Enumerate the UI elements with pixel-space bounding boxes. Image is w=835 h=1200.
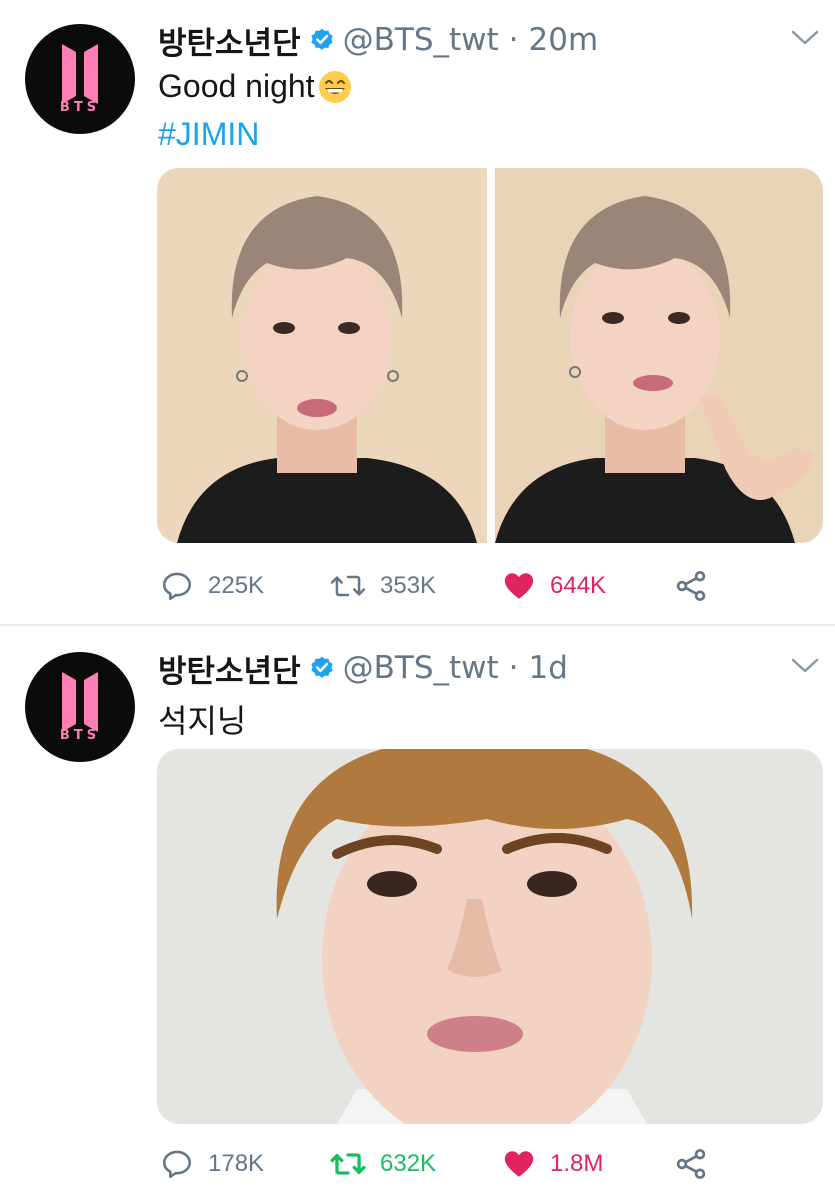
tweet-photo[interactable] [157, 749, 823, 1124]
verified-badge-icon [310, 28, 333, 50]
user-handle[interactable]: @BTS_twt [343, 650, 499, 686]
timestamp[interactable]: 1d [529, 650, 568, 686]
bts-logo [62, 44, 98, 104]
hashtag-link[interactable]: #JIMIN [158, 116, 259, 153]
tweet-text: Good night [158, 68, 353, 105]
photo-portrait [495, 168, 823, 543]
retweet-count: 353K [380, 572, 437, 599]
reply-count: 178K [208, 1150, 265, 1177]
tweet-actions: 225K 353K 644K [0, 566, 835, 606]
retweet-count: 632K [380, 1150, 437, 1177]
display-name[interactable]: 방탄소년단 [158, 18, 301, 63]
reply-count: 225K [208, 572, 265, 599]
heart-filled-icon [504, 1151, 534, 1177]
reply-button[interactable]: 225K [160, 566, 264, 606]
reply-icon [162, 1150, 192, 1179]
grinning-face-emoji-icon [318, 70, 351, 103]
chevron-down-icon[interactable] [790, 656, 820, 676]
share-icon [676, 571, 706, 601]
display-name[interactable]: 방탄소년단 [158, 646, 301, 691]
like-count: 1.8M [550, 1150, 604, 1177]
separator-dot: · [508, 22, 519, 58]
share-button[interactable] [673, 566, 723, 606]
avatar-text: BTS [59, 728, 101, 743]
share-button[interactable] [673, 1144, 723, 1184]
profile-avatar[interactable]: BTS [25, 652, 135, 762]
separator-dot: · [508, 650, 519, 686]
avatar-text: BTS [59, 100, 101, 115]
retweet-button[interactable]: 353K [330, 566, 436, 606]
tweet-2[interactable]: BTS 방탄소년단 @BTS_twt · 1d 석지닝 178K 632K 1.… [0, 626, 835, 1200]
chevron-down-icon[interactable] [790, 28, 820, 48]
bts-logo [62, 672, 98, 732]
tweet-header: 방탄소년단 @BTS_twt · 20m [158, 18, 598, 62]
photo-portrait [157, 749, 823, 1124]
tweet-actions: 178K 632K 1.8M [0, 1144, 835, 1184]
like-button[interactable]: 644K [502, 566, 606, 606]
tweet-photo-2[interactable] [495, 168, 823, 543]
retweet-button[interactable]: 632K [330, 1144, 436, 1184]
verified-badge-icon [310, 656, 333, 678]
tweet-text-content: Good night [158, 68, 315, 104]
like-button[interactable]: 1.8M [502, 1144, 603, 1184]
share-icon [676, 1149, 706, 1179]
heart-filled-icon [504, 573, 534, 599]
retweet-icon [330, 575, 366, 597]
reply-icon [162, 572, 192, 601]
photo-portrait [157, 168, 487, 543]
tweet-header: 방탄소년단 @BTS_twt · 1d [158, 646, 568, 690]
tweet-photo-1[interactable] [157, 168, 487, 543]
timestamp[interactable]: 20m [529, 22, 599, 58]
like-count: 644K [550, 572, 607, 599]
reply-button[interactable]: 178K [160, 1144, 264, 1184]
retweet-active-icon [330, 1153, 366, 1175]
tweet-text: 석지닝 [158, 702, 247, 740]
user-handle[interactable]: @BTS_twt [343, 22, 499, 58]
profile-avatar[interactable]: BTS [25, 24, 135, 134]
tweet-1[interactable]: BTS 방탄소년단 @BTS_twt · 20m Good night #JIM… [0, 0, 835, 624]
